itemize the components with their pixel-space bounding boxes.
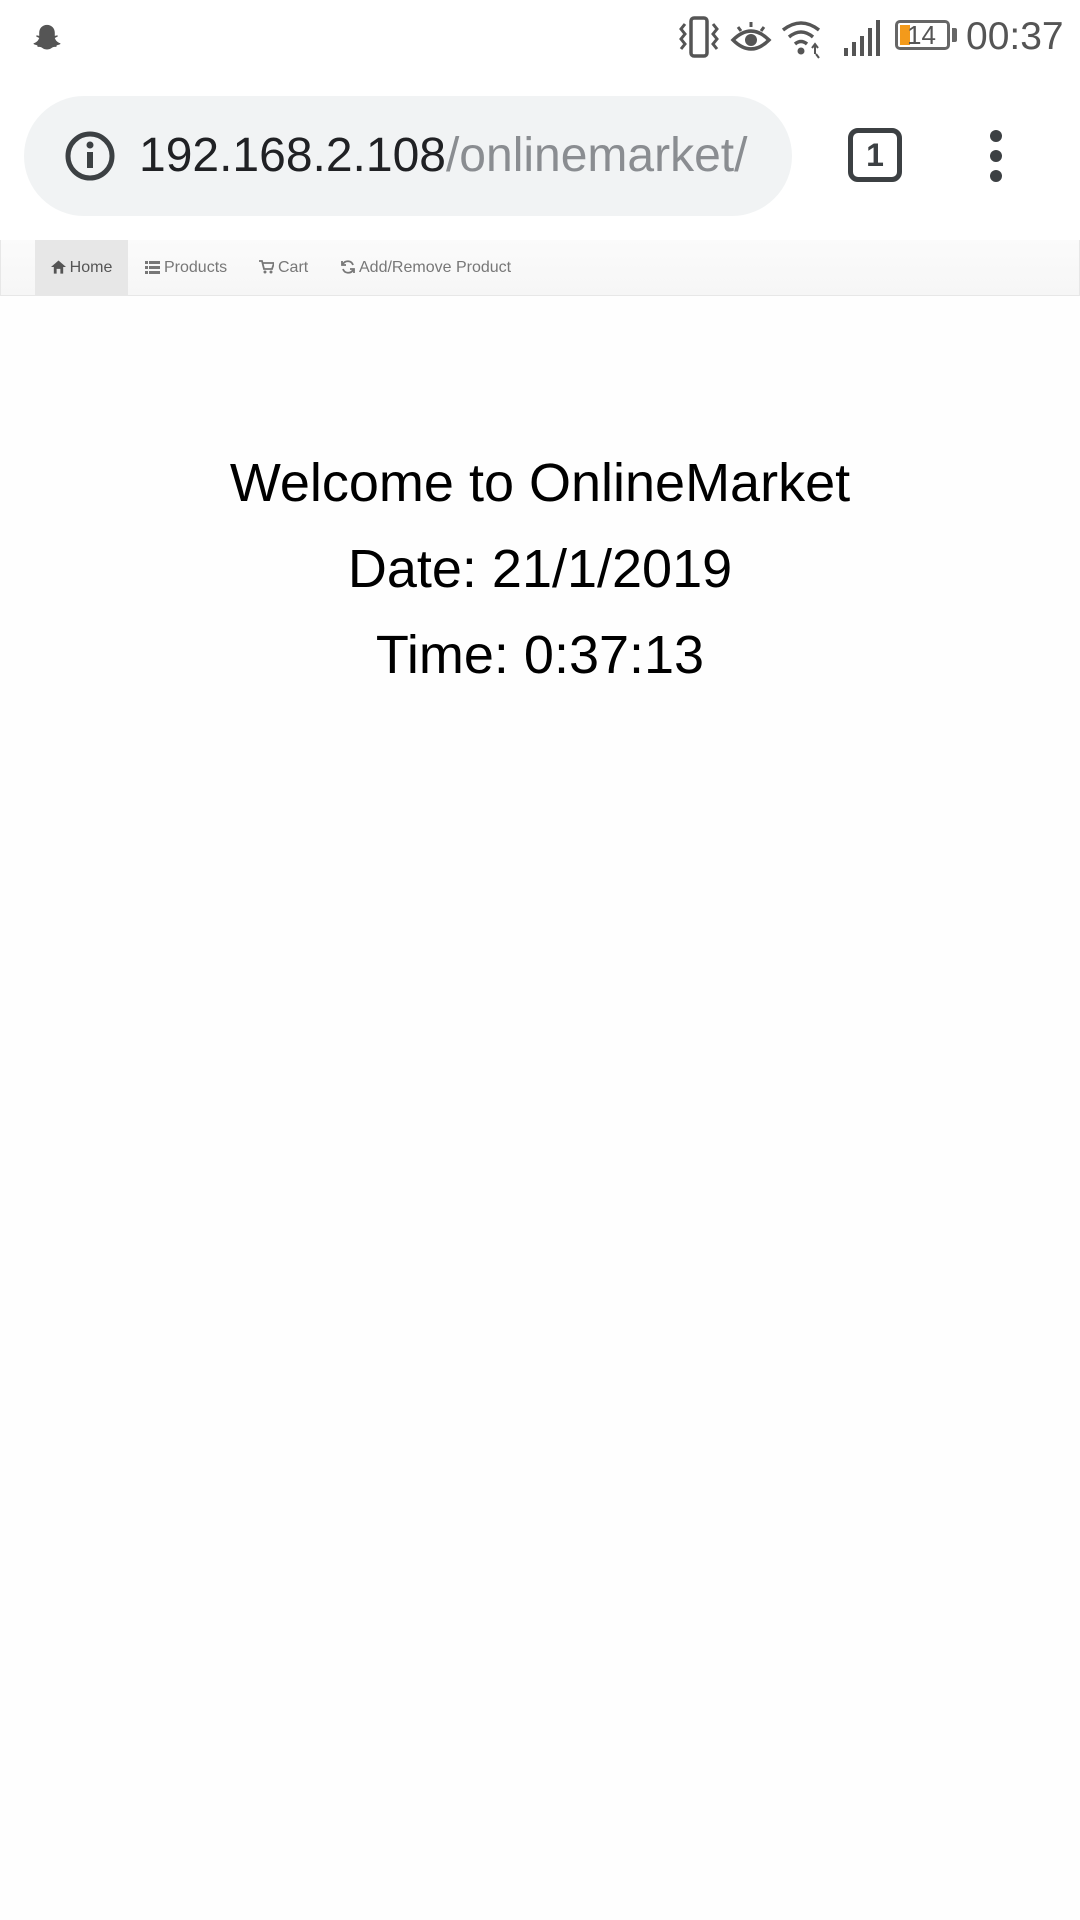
url-text[interactable]: 192.168.2.108/onlinemarket/ xyxy=(139,126,784,186)
battery-tip xyxy=(952,28,957,42)
eye-comfort-icon xyxy=(730,22,772,51)
cart-icon xyxy=(259,260,276,274)
home-icon xyxy=(50,260,66,274)
browser-toolbar: 192.168.2.108/onlinemarket/ 1 xyxy=(0,74,1080,241)
battery-level: 14 xyxy=(907,20,936,50)
nav-home[interactable]: Home xyxy=(35,240,128,295)
tab-count: 1 xyxy=(866,137,884,173)
site-navbar: Home Products Cart Add/Remove Product xyxy=(0,240,1080,296)
nav-add-remove-product[interactable]: Add/Remove Product xyxy=(341,240,511,295)
nav-add-remove-product-label: Add/Remove Product xyxy=(359,259,512,276)
snapchat-ghost-icon xyxy=(33,24,61,50)
list-icon xyxy=(145,261,160,274)
signal-icon xyxy=(844,20,880,56)
refresh-icon xyxy=(341,260,355,274)
wifi-icon xyxy=(781,21,821,59)
status-bar: 14 00:37 xyxy=(0,0,1080,74)
tab-switcher-button[interactable]: 1 xyxy=(848,128,902,182)
status-time: 00:37 xyxy=(966,15,1064,58)
current-time: Time: 0:37:13 xyxy=(375,625,705,685)
nav-cart[interactable]: Cart xyxy=(259,240,308,295)
address-bar[interactable]: 192.168.2.108/onlinemarket/ xyxy=(24,96,792,216)
welcome-heading: Welcome to OnlineMarket xyxy=(229,453,851,513)
nav-cart-label: Cart xyxy=(278,259,309,276)
url-host: 192.168.2.108 xyxy=(139,129,446,182)
more-menu-icon[interactable] xyxy=(980,128,1012,184)
main-content: Welcome to OnlineMarket Date: 21/1/2019 … xyxy=(0,440,1080,698)
url-path: /onlinemarket/ xyxy=(445,129,748,182)
nav-home-label: Home xyxy=(69,259,113,276)
current-date: Date: 21/1/2019 xyxy=(347,539,733,599)
vibrate-icon xyxy=(679,16,719,58)
info-icon[interactable] xyxy=(64,130,116,182)
nav-products[interactable]: Products xyxy=(145,240,227,295)
nav-products-label: Products xyxy=(164,259,228,276)
